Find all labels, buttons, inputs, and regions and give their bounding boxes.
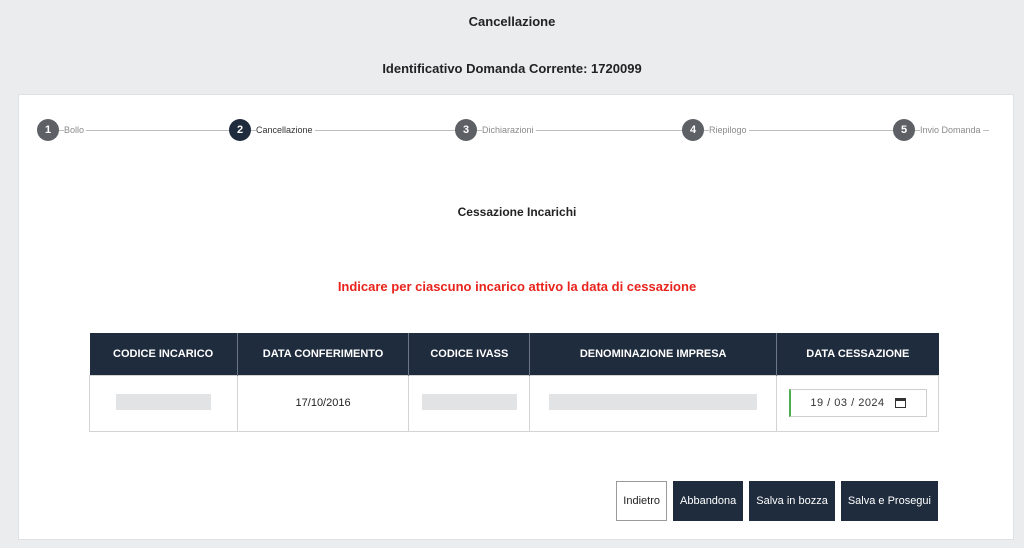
step-label: Cancellazione	[256, 125, 315, 135]
table-header-row: CODICE INCARICO DATA CONFERIMENTO CODICE…	[89, 333, 939, 375]
back-button[interactable]: Indietro	[616, 481, 667, 521]
save-continue-button[interactable]: Salva e Prosegui	[840, 481, 938, 521]
col-codice-incarico: CODICE INCARICO	[89, 333, 238, 375]
col-denominazione-impresa: DENOMINAZIONE IMPRESA	[529, 333, 778, 375]
step-number: 5	[893, 119, 915, 141]
cell-codice-incarico	[89, 374, 238, 432]
step-label: Riepilogo	[709, 125, 749, 135]
redacted-value	[115, 393, 211, 410]
step-number: 3	[455, 119, 477, 141]
page-background: Cancellazione Identificativo Domanda Cor…	[0, 0, 1024, 548]
abandon-button[interactable]: Abbandona	[673, 481, 744, 521]
incarichi-table: CODICE INCARICO DATA CONFERIMENTO CODICE…	[89, 333, 939, 432]
cell-codice-ivass	[408, 374, 531, 432]
page-title: Cancellazione	[468, 14, 556, 29]
save-draft-button[interactable]: Salva in bozza	[749, 481, 835, 521]
step-number: 4	[682, 119, 704, 141]
calendar-icon[interactable]	[894, 398, 906, 408]
step-label: Bollo	[64, 125, 87, 135]
action-buttons: Indietro Abbandona Salva in bozza Salva …	[616, 481, 938, 521]
section-title: Cessazione Incarichi	[457, 205, 577, 219]
step-bollo: 1 Bollo	[37, 119, 87, 141]
cell-data-conferimento: 17/10/2016	[236, 374, 410, 432]
step-cancellazione: 2 Cancellazione	[229, 119, 315, 141]
data-cessazione-input[interactable]: 19 / 03 / 2024	[788, 389, 927, 417]
col-data-cessazione: DATA CESSAZIONE	[776, 333, 939, 375]
form-card: 1 Bollo 2 Cancellazione 3 Dichiarazioni …	[18, 94, 1014, 540]
warning-message: Indicare per ciascuno incarico attivo la…	[337, 279, 697, 294]
step-dichiarazioni: 3 Dichiarazioni	[455, 119, 536, 141]
table-row: 17/10/2016 19 / 03 / 2024	[89, 374, 939, 432]
step-riepilogo: 4 Riepilogo	[682, 119, 749, 141]
date-value: 19 / 03 / 2024	[810, 397, 885, 409]
step-number: 1	[37, 119, 59, 141]
step-label: Dichiarazioni	[482, 125, 536, 135]
cell-denominazione-impresa	[529, 374, 778, 432]
cell-data-cessazione: 19 / 03 / 2024	[776, 374, 939, 432]
step-number: 2	[229, 119, 251, 141]
step-label: Invio Domanda	[920, 125, 983, 135]
application-identifier: Identificativo Domanda Corrente: 1720099	[382, 61, 642, 76]
col-codice-ivass: CODICE IVASS	[408, 333, 531, 375]
step-invio-domanda: 5 Invio Domanda	[893, 119, 983, 141]
redacted-value	[549, 393, 758, 410]
col-data-conferimento: DATA CONFERIMENTO	[237, 333, 410, 375]
stepper: 1 Bollo 2 Cancellazione 3 Dichiarazioni …	[37, 119, 1009, 143]
redacted-value	[421, 393, 517, 410]
